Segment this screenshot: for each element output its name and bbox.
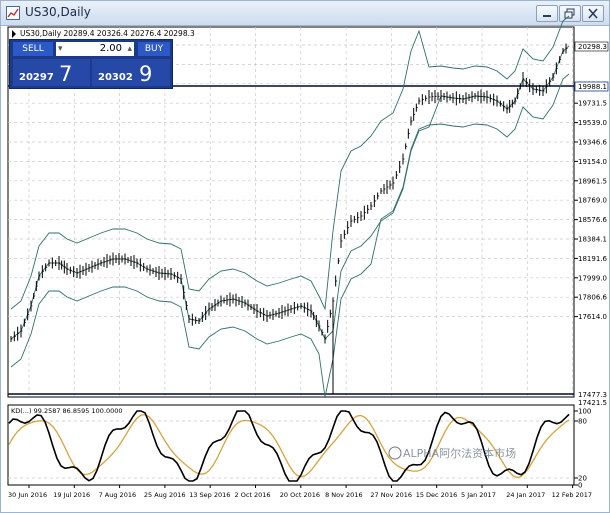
watermark-text: ALPHA阿尔法资本市场 xyxy=(403,446,516,460)
indicator-axis-label: 80 xyxy=(578,418,587,426)
chart-header-text: US30,Daily 20289.4 20326.4 20276.4 20298… xyxy=(20,29,195,38)
time-axis-label: 7 Aug 2016 xyxy=(99,491,137,499)
hline-lower-label: 17477.3 xyxy=(578,391,607,399)
time-axis-label: 15 Dec 2016 xyxy=(416,491,458,499)
indicator-axis-label: 0 xyxy=(578,482,582,490)
time-axis-label: 8 Nov 2016 xyxy=(325,491,363,499)
price-axis-label: 17999.0 xyxy=(578,274,607,282)
one-click-trading-panel: SELL ▾ 2.00 ▴ BUY 20297 7 20302 9 xyxy=(9,39,173,89)
time-axis-label: 30 Jun 2016 xyxy=(8,491,47,499)
price-axis-label: 18384.1 xyxy=(578,236,607,244)
price-axis-label: 18191.6 xyxy=(578,255,607,263)
buy-button[interactable]: BUY xyxy=(138,42,170,56)
time-axis-label: 27 Nov 2016 xyxy=(370,491,412,499)
indicator-pane-frame xyxy=(7,404,575,486)
buy-price-prefix: 20302 xyxy=(98,72,133,83)
sell-button[interactable]: SELL xyxy=(13,42,53,56)
sell-price[interactable]: 20297 7 xyxy=(13,59,90,86)
indicator-axis-label: 100 xyxy=(578,408,591,416)
time-axis-label: 5 Jan 2017 xyxy=(461,491,496,499)
time-axis-label: 24 Jan 2017 xyxy=(506,491,545,499)
buy-price[interactable]: 20302 9 xyxy=(92,59,170,86)
sell-price-prefix: 20297 xyxy=(19,72,54,83)
time-axis-label: 19 Jul 2016 xyxy=(53,491,90,499)
lot-increase-icon[interactable]: ▴ xyxy=(127,42,132,56)
time-axis-label: 12 Feb 2017 xyxy=(552,491,592,499)
hline-upper-label: 19988.1 xyxy=(578,83,607,91)
time-axis-label: 13 Sep 2016 xyxy=(189,491,230,499)
price-axis-label: 18769.0 xyxy=(578,197,607,205)
price-axis-label-bottom: 17421.5 xyxy=(578,399,607,407)
lot-decrease-icon[interactable]: ▾ xyxy=(58,42,63,56)
time-axis-label: 2 Oct 2016 xyxy=(235,491,271,499)
chart-window: US30,Daily 20116.619924.019731.519539.01… xyxy=(0,0,610,513)
indicator-label: KD(...) 99.2587 86.8595 100.0000 xyxy=(11,407,123,415)
price-axis-label: 18576.6 xyxy=(578,216,607,224)
price-axis-label: 19154.0 xyxy=(578,158,607,166)
sell-price-pips: 7 xyxy=(59,62,73,86)
time-axis-label: 25 Aug 2016 xyxy=(144,491,186,499)
time-axis-label: 20 Oct 2016 xyxy=(280,491,320,499)
price-axis-label: 18961.5 xyxy=(578,177,607,185)
price-axis-label: 17614.0 xyxy=(578,313,607,321)
lot-size-input[interactable]: ▾ 2.00 ▴ xyxy=(56,42,134,56)
price-axis-label: 19539.0 xyxy=(578,119,607,127)
price-axis-label: 17806.6 xyxy=(578,294,607,302)
buy-price-pips: 9 xyxy=(139,62,153,86)
current-price-label: 20298.3 xyxy=(578,43,607,51)
price-axis-label: 19346.6 xyxy=(578,139,607,147)
price-axis-label: 19731.5 xyxy=(578,100,607,108)
lot-value: 2.00 xyxy=(99,43,122,54)
